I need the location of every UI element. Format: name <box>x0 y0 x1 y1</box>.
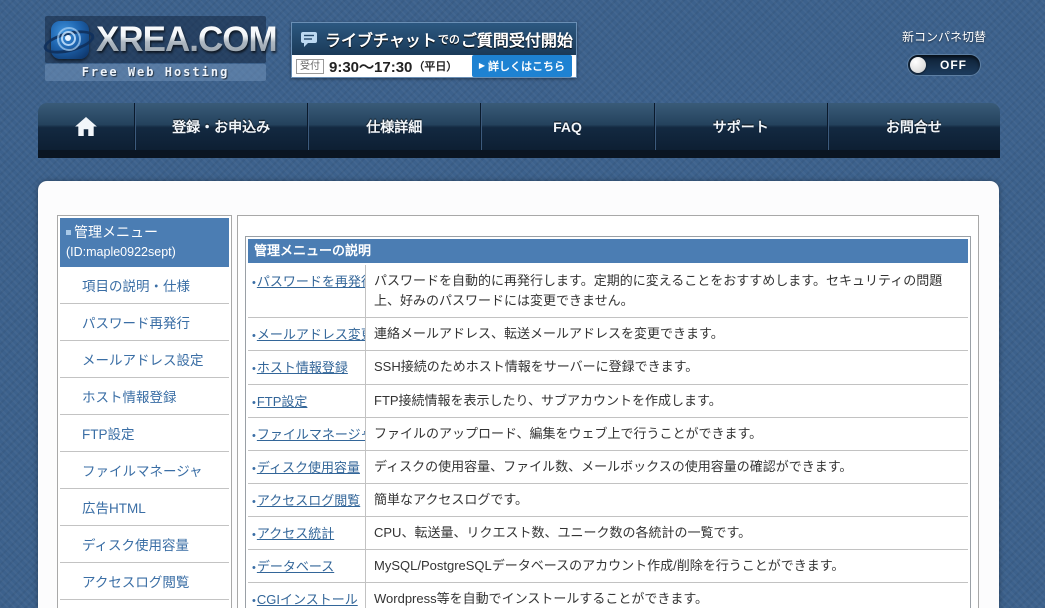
main-content-box: 管理メニューの説明 •パスワードを再発行 パスワードを自動的に再発行します。定期… <box>237 215 979 608</box>
table-row-6: •ディスク使用容量 ディスクの使用容量、ファイル数、メールボックスの使用容量の確… <box>248 449 968 483</box>
account-id: (ID:maple0922sept) <box>66 245 176 259</box>
logo-subtitle: Free Web Hosting <box>45 64 266 81</box>
chat-bubble-icon <box>301 31 317 47</box>
menu-description-table: 管理メニューの説明 •パスワードを再発行 パスワードを自動的に再発行します。定期… <box>245 236 971 608</box>
sidebar-item-list: 項目の説明・仕様 パスワード再発行 メールアドレス設定 ホスト情報登録 FTP設定 ファイ… <box>60 267 229 608</box>
reception-hours: 9:30〜17:30 <box>329 58 413 76</box>
sidebar-item-10[interactable]: アクセス統計 <box>60 600 229 608</box>
home-icon <box>75 117 97 136</box>
table-row-9: •データベース MySQL/PostgreSQLデータベースのアカウント作成/削… <box>248 549 968 583</box>
table-row-5: •ファイルマネージャ ファイルのアップロード、編集をウェブ上で行うことができます… <box>248 416 968 450</box>
bullet-icon: • <box>252 363 256 376</box>
chat-title-part-1: ライブチャット <box>325 33 437 50</box>
nav-item-label: 仕様詳細 <box>366 118 423 135</box>
sidebar-item-3[interactable]: メールアドレス設定 <box>60 341 229 378</box>
menu-link[interactable]: FTP設定 <box>257 394 308 409</box>
menu-link[interactable]: アクセスログ閲覧 <box>257 493 360 508</box>
chat-title-part-3: ご質問受付開始 <box>460 33 573 50</box>
sidebar-item-7[interactable]: 広告HTML <box>60 489 229 526</box>
table-title: 管理メニューの説明 <box>248 239 968 263</box>
bullet-icon: • <box>252 429 256 442</box>
menu-description: 簡単なアクセスログです。 <box>374 491 529 507</box>
bullet-icon: • <box>252 462 256 475</box>
sidebar-title: 管理メニュー <box>74 224 158 240</box>
table-row-7: •アクセスログ閲覧 簡単なアクセスログです。 <box>248 482 968 517</box>
menu-link[interactable]: CGIインストール <box>257 592 358 607</box>
sidebar-item-5[interactable]: FTP設定 <box>60 415 229 452</box>
site-logo[interactable]: XREA.COM Free Web Hosting <box>41 16 278 81</box>
sidebar-item-9[interactable]: アクセスログ閲覧 <box>60 563 229 600</box>
table-row-3: •ホスト情報登録 SSH接続のためホスト情報をサーバーに登録できます。 <box>248 350 968 384</box>
table-row-1: •パスワードを再発行 パスワードを自動的に再発行します。定期的に変えることをおす… <box>248 265 968 318</box>
bullet-icon: • <box>252 277 256 289</box>
toggle-state: OFF <box>940 58 967 72</box>
menu-description: 連絡メールアドレス、転送メールアドレスを変更できます。 <box>374 326 724 342</box>
bullet-icon: • <box>252 396 256 409</box>
live-chat-banner-title: ライブチャット での ご質問受付開始 <box>292 23 576 55</box>
bullet-icon: • <box>252 495 256 508</box>
chat-title-part-2: での <box>437 34 460 46</box>
menu-description: ディスクの使用容量、ファイル数、メールボックスの使用容量の確認ができます。 <box>374 458 853 474</box>
table-row-4: •FTP設定 FTP接続情報を表示したり、サブアカウントを作成します。 <box>248 383 968 417</box>
xrea-admin-page: { "header": { "logo": { "title": "XREA.C… <box>0 0 1045 608</box>
reception-label: 受付 <box>296 58 324 74</box>
nav-item-label: お問合せ <box>885 118 942 135</box>
nav-item-label: 登録・お申込み <box>172 118 271 135</box>
table-rows: •パスワードを再発行 パスワードを自動的に再発行します。定期的に変えることをおす… <box>248 265 968 608</box>
menu-link[interactable]: アクセス統計 <box>257 526 334 541</box>
sidebar-header: 管理メニュー (ID:maple0922sept) <box>60 218 229 267</box>
menu-description: CPU、転送量、リクエスト数、ユニーク数の各統計の一覧です。 <box>374 525 752 541</box>
table-row-2: •メールアドレス変更 連絡メールアドレス、転送メールアドレスを変更できます。 <box>248 317 968 351</box>
nav-item-1[interactable]: 登録・お申込み <box>134 103 307 150</box>
live-chat-hours-row: 受付 9:30〜17:30 （平日） ▶ 詳しくはこちら <box>292 55 576 77</box>
menu-link[interactable]: ディスク使用容量 <box>257 460 360 475</box>
nav-item-5[interactable]: お問合せ <box>826 103 1000 150</box>
bullet-icon: • <box>252 529 256 542</box>
bullet-icon: • <box>252 330 256 343</box>
sidebar-item-1[interactable]: 項目の説明・仕様 <box>60 267 229 304</box>
bullet-icon: • <box>252 562 256 575</box>
menu-description: FTP接続情報を表示したり、サブアカウントを作成します。 <box>374 392 722 408</box>
nav-item-4[interactable]: サポート <box>653 103 827 150</box>
menu-description: ファイルのアップロード、編集をウェブ上で行うことができます。 <box>374 425 763 441</box>
nav-home[interactable] <box>38 103 134 150</box>
nav-item-label: サポート <box>712 118 769 135</box>
globe-icon <box>41 20 97 59</box>
bullet-icon: • <box>252 595 256 608</box>
nav-item-2[interactable]: 仕様詳細 <box>307 103 480 150</box>
table-row-8: •アクセス統計 CPU、転送量、リクエスト数、ユニーク数の各統計の一覧です。 <box>248 516 968 550</box>
menu-link[interactable]: データベース <box>257 559 334 574</box>
menu-link[interactable]: ファイルマネージャ <box>257 427 365 442</box>
menu-link[interactable]: ホスト情報登録 <box>257 360 348 375</box>
menu-description: Wordpress等を自動でインストールすることができます。 <box>374 591 709 607</box>
new-panel-switch: 新コンパネ切替 OFF <box>898 28 990 76</box>
details-button-label: 詳しくはこちら <box>488 61 565 73</box>
live-chat-banner: ライブチャット での ご質問受付開始 受付 9:30〜17:30 （平日） ▶ … <box>291 22 577 78</box>
menu-link[interactable]: メールアドレス変更 <box>257 327 365 342</box>
sidebar-item-8[interactable]: ディスク使用容量 <box>60 526 229 563</box>
square-bullet-icon <box>66 229 71 235</box>
nav-item-label: FAQ <box>553 118 582 135</box>
admin-menu-sidebar: 管理メニュー (ID:maple0922sept) 項目の説明・仕様 パスワード再… <box>57 215 232 608</box>
new-panel-switch-label: 新コンパネ切替 <box>901 30 986 44</box>
toggle-knob-icon <box>910 57 926 73</box>
menu-description: MySQL/PostgreSQLデータベースのアカウント作成/削除を行うことがで… <box>374 558 845 574</box>
menu-link[interactable]: パスワードを再発行 <box>257 274 365 289</box>
logo-title-row: XREA.COM <box>41 16 278 63</box>
reception-hours-note: （平日） <box>413 61 458 73</box>
logo-title: XREA.COM <box>96 19 278 59</box>
content-panel: 管理メニュー (ID:maple0922sept) 項目の説明・仕様 パスワード再… <box>38 181 999 608</box>
details-button[interactable]: ▶ 詳しくはこちら <box>471 55 572 77</box>
nav-item-3[interactable]: FAQ <box>480 103 653 150</box>
menu-description: SSH接続のためホスト情報をサーバーに登録できます。 <box>374 359 699 375</box>
new-panel-toggle[interactable]: OFF <box>907 54 981 76</box>
table-row-10: •CGIインストール Wordpress等を自動でインストールすることができます… <box>248 582 968 608</box>
sidebar-item-6[interactable]: ファイルマネージャ <box>60 452 229 489</box>
main-nav: 登録・お申込み 仕様詳細 FAQ サポート お問合せ <box>38 103 1000 158</box>
menu-description: パスワードを自動的に再発行します。定期的に変えることをおすすめします。セキュリテ… <box>374 273 943 309</box>
sidebar-item-2[interactable]: パスワード再発行 <box>60 304 229 341</box>
arrow-right-icon: ▶ <box>478 61 485 70</box>
sidebar-item-4[interactable]: ホスト情報登録 <box>60 378 229 415</box>
